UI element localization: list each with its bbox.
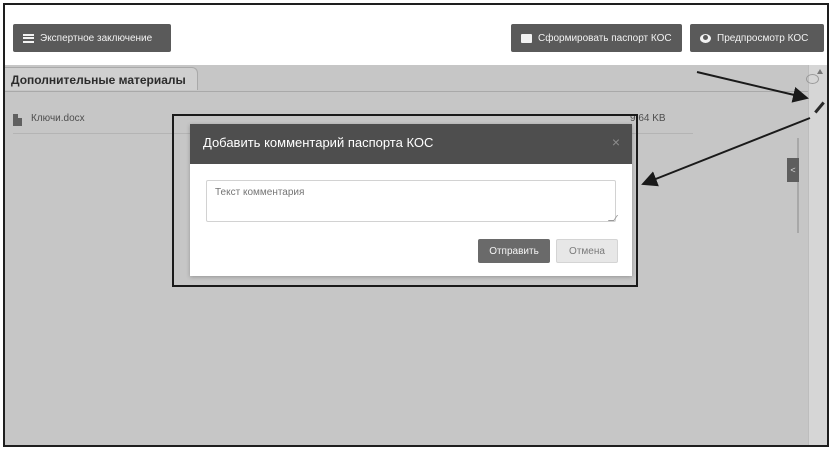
right-sidebar-strip xyxy=(808,65,827,445)
generate-passport-label: Сформировать паспорт КОС xyxy=(538,32,672,44)
scrollbar-track[interactable] xyxy=(797,138,799,233)
file-icon xyxy=(13,114,22,126)
list-icon xyxy=(23,33,34,43)
save-icon xyxy=(521,33,532,43)
tab-additional-materials[interactable]: Дополнительные материалы xyxy=(5,67,198,90)
eye-icon xyxy=(700,33,711,43)
side-panel-toggle[interactable]: < xyxy=(787,158,799,182)
application-screen: Экспертное заключение Сформировать паспо… xyxy=(3,3,829,447)
generate-passport-button[interactable]: Сформировать паспорт КОС xyxy=(511,24,682,52)
materials-tabbar: Дополнительные материалы xyxy=(5,67,813,92)
scroll-up-icon[interactable] xyxy=(817,69,823,74)
expert-conclusion-label: Экспертное заключение xyxy=(40,32,153,44)
top-toolbar: Экспертное заключение Сформировать паспо… xyxy=(5,5,827,66)
comment-icon[interactable] xyxy=(806,74,819,84)
preview-button[interactable]: Предпросмотр КОС xyxy=(690,24,824,52)
annotation-highlight-frame xyxy=(172,114,638,287)
expert-conclusion-button[interactable]: Экспертное заключение xyxy=(13,24,171,52)
file-name[interactable]: Ключи.docx xyxy=(31,113,85,124)
preview-label: Предпросмотр КОС xyxy=(717,32,809,44)
